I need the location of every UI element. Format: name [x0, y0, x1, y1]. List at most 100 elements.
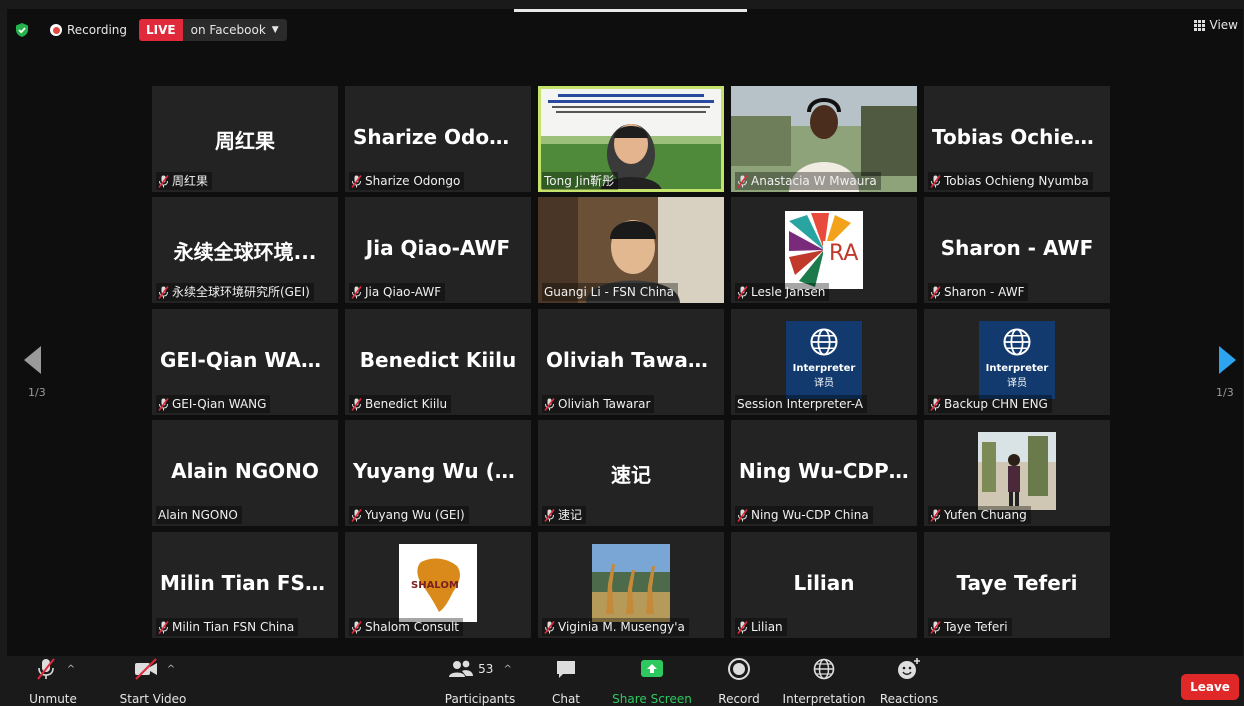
- participant-tile[interactable]: Milin Tian FSN... Milin Tian FSN China: [152, 532, 338, 638]
- participant-tile[interactable]: RA Lesle Jansen: [731, 197, 917, 303]
- participant-name: 永续全球环境研究所(GEI): [172, 285, 310, 299]
- interpreter-card: Interpreter 译员: [979, 321, 1055, 399]
- participant-name: Taye Teferi: [944, 620, 1008, 634]
- muted-mic-icon: [351, 620, 362, 634]
- participant-name-label: Shalom Consult: [349, 618, 463, 636]
- participant-tile[interactable]: 周红果 周红果: [152, 86, 338, 192]
- participant-tile[interactable]: Yufen Chuang: [924, 420, 1110, 526]
- participant-tile[interactable]: Interpreter 译员 Session Interpreter-A: [731, 309, 917, 415]
- camera-off-icon: [134, 658, 157, 680]
- unmute-button[interactable]: ^ Unmute: [15, 656, 91, 706]
- participant-name-label: Anastacia W Mwaura: [735, 172, 881, 190]
- security-shield-icon[interactable]: [14, 22, 30, 38]
- globe-icon: [813, 658, 835, 680]
- muted-mic-icon: [930, 285, 941, 299]
- top-status-bar: Recording LIVE on Facebook ▼: [14, 18, 287, 42]
- muted-mic-icon: [544, 620, 555, 634]
- interpretation-button[interactable]: Interpretation: [779, 656, 869, 706]
- participant-tile[interactable]: Anastacia W Mwaura: [731, 86, 917, 192]
- participant-name: Shalom Consult: [365, 620, 459, 634]
- participant-display-name: Ning Wu-CDP C...: [739, 459, 917, 483]
- participant-tile[interactable]: Oliviah Tawarar Oliviah Tawarar: [538, 309, 724, 415]
- chat-label: Chat: [551, 692, 581, 706]
- share-screen-button[interactable]: Share Screen: [607, 656, 697, 706]
- recording-indicator[interactable]: Recording: [50, 23, 127, 37]
- participant-tile[interactable]: GEI-Qian WANG GEI-Qian WANG: [152, 309, 338, 415]
- participant-tile[interactable]: Yuyang Wu (GEI) Yuyang Wu (GEI): [345, 420, 531, 526]
- unmute-options-caret-icon[interactable]: ^: [67, 664, 75, 675]
- participant-name-label: Taye Teferi: [928, 618, 1012, 636]
- participant-name: Alain NGONO: [158, 508, 238, 522]
- participant-name: Tobias Ochieng Nyumba: [944, 174, 1089, 188]
- interpreter-line2: 译员: [814, 378, 834, 389]
- participant-name-label: Viginia M. Musengy'a: [542, 618, 689, 636]
- participant-tile[interactable]: 永续全球环境... 永续全球环境研究所(GEI): [152, 197, 338, 303]
- participant-display-name: 速记: [611, 463, 651, 487]
- participant-tile[interactable]: Tobias Ochieng... Tobias Ochieng Nyumba: [924, 86, 1110, 192]
- participant-name-label: Lilian: [735, 618, 787, 636]
- participant-tile[interactable]: Jia Qiao-AWF Jia Qiao-AWF: [345, 197, 531, 303]
- page-indicator-right: 1/3: [1216, 386, 1234, 399]
- start-video-button[interactable]: ^ Start Video: [103, 656, 203, 706]
- participant-tile[interactable]: Taye Teferi Taye Teferi: [924, 532, 1110, 638]
- globe-icon: [810, 328, 838, 356]
- next-page-arrow-icon[interactable]: [1218, 346, 1236, 374]
- leave-button[interactable]: Leave: [1181, 674, 1239, 700]
- profile-photo: [978, 432, 1056, 510]
- microphone-muted-icon: [37, 658, 55, 680]
- participants-button[interactable]: 53 ^ Participants: [425, 656, 535, 706]
- interpretation-label: Interpretation: [782, 692, 866, 706]
- participant-name-label: Guangi Li - FSN China: [542, 283, 678, 301]
- participant-tile[interactable]: Sharize Odongo Sharize Odongo: [345, 86, 531, 192]
- participant-name: Viginia M. Musengy'a: [558, 620, 685, 634]
- participant-tile[interactable]: Benedict Kiilu Benedict Kiilu: [345, 309, 531, 415]
- participant-name: Milin Tian FSN China: [172, 620, 295, 634]
- reactions-button[interactable]: Reactions: [875, 656, 943, 706]
- participant-tile[interactable]: Tong Jin靳彤: [538, 86, 724, 192]
- muted-mic-icon: [737, 174, 748, 188]
- participant-name: Jia Qiao-AWF: [365, 285, 442, 299]
- participant-tile[interactable]: Ning Wu-CDP C... Ning Wu-CDP China: [731, 420, 917, 526]
- muted-mic-icon: [930, 397, 941, 411]
- participant-name-label: 周红果: [156, 172, 213, 190]
- participant-name: 速记: [558, 508, 583, 522]
- participant-tile[interactable]: SHALOM Shalom Consult: [345, 532, 531, 638]
- participant-name: Sharize Odongo: [365, 174, 461, 188]
- video-options-caret-icon[interactable]: ^: [167, 664, 175, 675]
- participants-count: 53: [478, 662, 494, 676]
- start-video-label: Start Video: [119, 692, 187, 706]
- participant-tile[interactable]: Lilian Lilian: [731, 532, 917, 638]
- participant-name-label: Alain NGONO: [156, 506, 242, 524]
- participant-name-label: Benedict Kiilu: [349, 395, 452, 413]
- participant-name: Lesle Jansen: [751, 285, 826, 299]
- participant-name: GEI-Qian WANG: [172, 397, 267, 411]
- participant-name-label: Tobias Ochieng Nyumba: [928, 172, 1093, 190]
- participant-name: Yufen Chuang: [944, 508, 1027, 522]
- muted-mic-icon: [351, 397, 362, 411]
- participant-name-label: Milin Tian FSN China: [156, 618, 299, 636]
- participants-caret-icon[interactable]: ^: [503, 664, 511, 675]
- participant-name: Benedict Kiilu: [365, 397, 448, 411]
- live-stream-dropdown[interactable]: LIVE on Facebook ▼: [139, 19, 287, 41]
- shalom-logo-text: SHALOM: [411, 580, 459, 591]
- participant-tile[interactable]: Viginia M. Musengy'a: [538, 532, 724, 638]
- view-button[interactable]: View: [1193, 18, 1238, 32]
- participant-name-label: 永续全球环境研究所(GEI): [156, 283, 314, 301]
- muted-mic-icon: [158, 174, 169, 188]
- participant-tile[interactable]: Interpreter 译员 Backup CHN ENG: [924, 309, 1110, 415]
- participant-tile[interactable]: 速记 速记: [538, 420, 724, 526]
- interpreter-card: Interpreter 译员: [786, 321, 862, 399]
- participant-tile[interactable]: Alain NGONO Alain NGONO: [152, 420, 338, 526]
- muted-mic-icon: [737, 508, 748, 522]
- participant-tile[interactable]: Guangi Li - FSN China: [538, 197, 724, 303]
- top-handle: [514, 9, 747, 12]
- participant-display-name: Tobias Ochieng...: [932, 125, 1110, 149]
- muted-mic-icon: [158, 397, 169, 411]
- participant-name-label: Session Interpreter-A: [735, 395, 867, 413]
- record-button[interactable]: Record: [711, 656, 767, 706]
- previous-page-arrow-icon[interactable]: [24, 346, 42, 374]
- participant-display-name: GEI-Qian WANG: [160, 348, 335, 372]
- participant-name: Yuyang Wu (GEI): [365, 508, 465, 522]
- chat-button[interactable]: Chat: [541, 656, 591, 706]
- participant-tile[interactable]: Sharon - AWF Sharon - AWF: [924, 197, 1110, 303]
